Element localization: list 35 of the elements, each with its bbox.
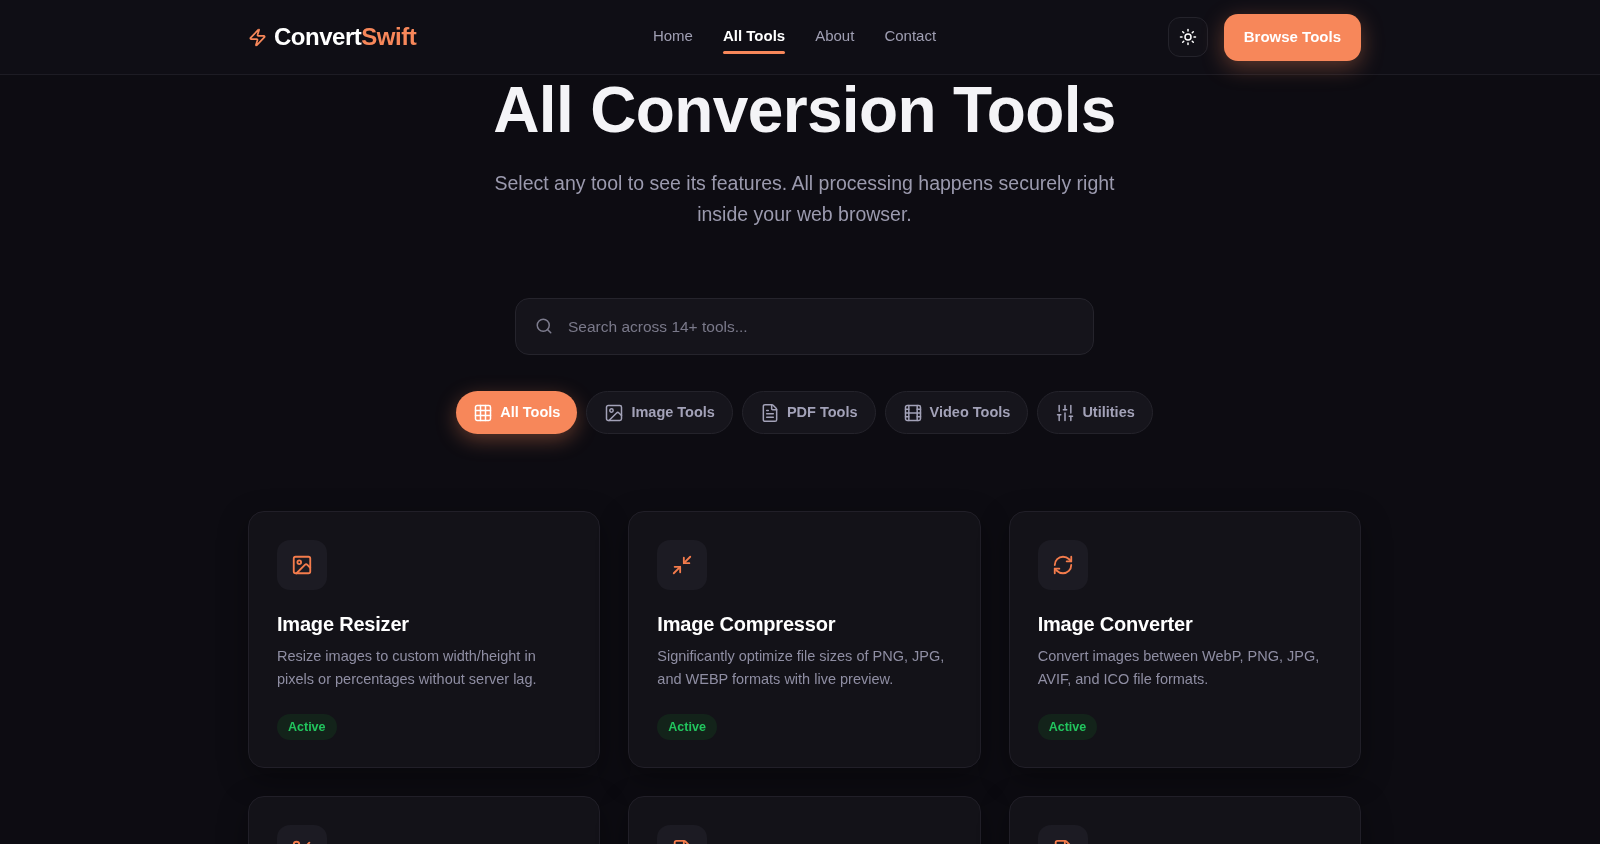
card-description: Convert images between WebP, PNG, JPG, AVIF, and ICO file formats. — [1037, 647, 1321, 689]
filter-chip[interactable]: Image Tools — [586, 391, 733, 434]
image-icon — [277, 540, 327, 590]
nav-link[interactable]: About — [815, 20, 855, 54]
card-description: Resize images to custom width/height in pixels or percentages without server lag. — [277, 647, 538, 689]
filter-chip[interactable]: Utilities — [1037, 391, 1153, 434]
brand-name[interactable]: ConvertSwift — [274, 25, 417, 49]
refresh-icon — [1037, 540, 1088, 590]
status-badge: Active — [657, 714, 717, 740]
page-subtitle: Select any tool to see its features. All processing happens securely right inside your web browser. — [493, 171, 1116, 227]
nav-link[interactable]: Contact — [884, 20, 937, 54]
page-title: All Conversion Tools — [492, 79, 1117, 141]
tool-card[interactable]: Image Converter Convert images between WebP, PNG, JPG, AVIF, and ICO file formats. Active — [1008, 511, 1361, 768]
card-description: Significantly optimize file sizes of PNG, JPG, and WEBP formats with live preview. — [657, 647, 946, 689]
card-title: Image Converter — [1037, 612, 1193, 637]
lightning-icon — [248, 27, 267, 47]
grid-icon — [473, 402, 494, 423]
theme-toggle-button[interactable] — [1167, 17, 1208, 57]
card-title: Image Compressor — [657, 612, 836, 637]
search-icon — [535, 317, 553, 335]
status-badge: Active — [1037, 714, 1098, 740]
tool-card[interactable]: Image Compressor Significantly optimize file sizes of PNG, JPG, and WEBP formats with live preview. Active — [628, 511, 981, 768]
filter-chip[interactable]: Video Tools — [884, 391, 1029, 434]
film-icon — [902, 402, 923, 423]
sliders-icon — [1055, 402, 1076, 423]
nav-link[interactable]: Home — [652, 20, 693, 54]
image-icon — [604, 402, 625, 423]
shrink-arrows-icon — [657, 540, 708, 590]
filter-chip[interactable]: PDF Tools — [741, 391, 876, 434]
search-field[interactable]: Search across 14+ tools... — [515, 298, 1094, 355]
nav-link[interactable]: All Tools — [722, 20, 786, 54]
tool-card[interactable]: Image Resizer Resize images to custom width/height in pixels or percentages without server lag. Active — [248, 511, 601, 768]
card-title: Image Resizer — [277, 612, 409, 637]
status-badge: Active — [277, 714, 337, 740]
sun-icon — [1178, 28, 1197, 46]
